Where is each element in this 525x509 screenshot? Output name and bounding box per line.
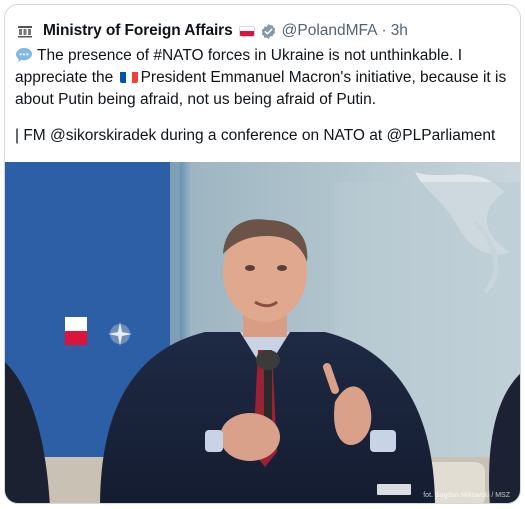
account-name[interactable]: Ministry of Foreign Affairs bbox=[43, 22, 233, 40]
verified-badge-icon bbox=[260, 23, 277, 40]
photo-illustration bbox=[5, 162, 520, 503]
speech-bubble-icon bbox=[16, 48, 32, 62]
photo-logo-watermark bbox=[377, 484, 411, 495]
poland-flag-icon bbox=[238, 25, 255, 37]
photo-credit: fot. Bogdan Mikowski / MSZ bbox=[423, 492, 510, 499]
tweet-paragraph-1: The presence of #NATO forces in Ukraine … bbox=[15, 45, 515, 111]
poland-mfa-emblem-icon bbox=[18, 26, 32, 38]
tweet-paragraph-2: | FM @sikorskiradek during a conference … bbox=[15, 127, 496, 144]
separator-dot: · bbox=[381, 22, 387, 39]
france-flag-icon bbox=[119, 70, 138, 83]
account-avatar[interactable] bbox=[15, 21, 35, 41]
tweet-card[interactable]: Ministry of Foreign Affairs @PolandMFA ·… bbox=[4, 4, 521, 504]
tweet-time[interactable]: 3h bbox=[391, 22, 408, 40]
account-handle[interactable]: @PolandMFA bbox=[282, 22, 378, 40]
tweet-header: Ministry of Foreign Affairs @PolandMFA ·… bbox=[15, 19, 408, 43]
tweet-text: The presence of #NATO forces in Ukraine … bbox=[15, 45, 515, 147]
tweet-photo[interactable]: fot. Bogdan Mikowski / MSZ bbox=[5, 162, 520, 503]
